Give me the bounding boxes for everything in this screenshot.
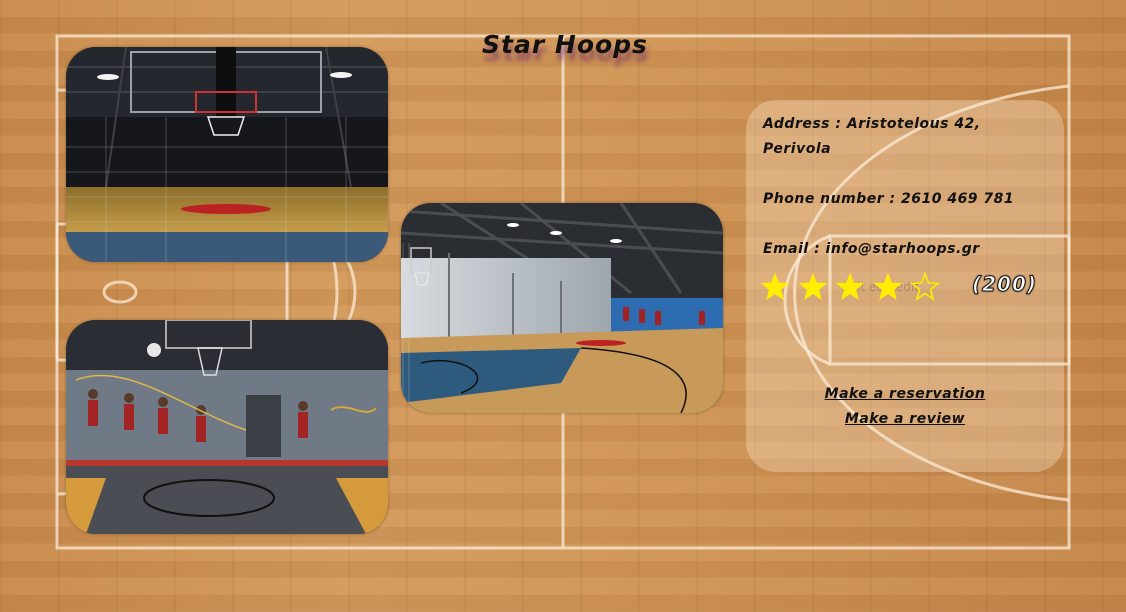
make-reservation-link[interactable]: Make a reservation — [746, 386, 1064, 402]
phone-line: Phone number : 2610 469 781 — [763, 187, 1053, 212]
email-value: info@starhoops.gr — [825, 241, 980, 257]
address-label: Address : — [763, 116, 847, 132]
phone-label: Phone number : — [763, 191, 901, 207]
page-title: Star Hoops — [482, 30, 648, 59]
address-line: Address : Aristotelous 42, Perivola — [763, 112, 1053, 162]
indoor-court-hoop-photo — [66, 47, 388, 262]
email-label: Email : — [763, 241, 826, 257]
phone-value: 2610 469 781 — [900, 191, 1015, 207]
star-filled-icon[interactable] — [798, 272, 828, 302]
review-count: (200) — [971, 272, 1038, 297]
star-filled-icon[interactable] — [760, 272, 790, 302]
star-filled-icon[interactable] — [835, 272, 865, 302]
mural-dunk-court-photo — [66, 320, 388, 534]
star-filled-icon[interactable] — [873, 272, 903, 302]
make-review-link[interactable]: Make a review — [746, 411, 1064, 427]
contact-info-card: Address : Aristotelous 42, Perivola Phon… — [746, 100, 1064, 472]
indoor-arena-photo — [401, 203, 723, 413]
star-empty-icon[interactable] — [910, 272, 940, 302]
email-line: Email : info@starhoops.gr — [763, 237, 1053, 262]
